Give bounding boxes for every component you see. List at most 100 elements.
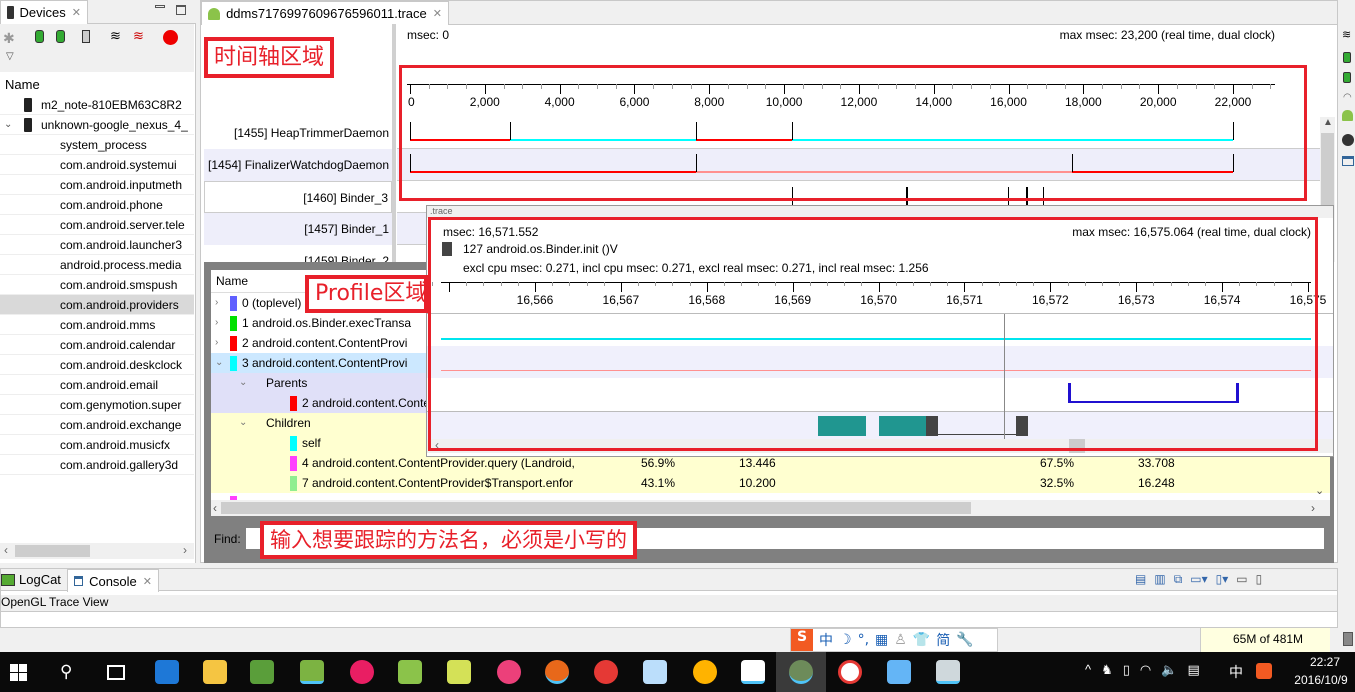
display-console-icon[interactable]: ▭▾ xyxy=(1190,572,1207,587)
expand-chevron-icon[interactable]: ⌄ xyxy=(215,353,223,373)
profile-row[interactable]: 7 android.content.ContentProvider$Transp… xyxy=(211,473,1330,493)
input-language[interactable]: 中 xyxy=(1229,662,1243,682)
devices-hscrollbar[interactable]: ‹ › xyxy=(0,543,194,559)
scroll-thumb[interactable] xyxy=(221,502,971,514)
avatar-app-icon[interactable] xyxy=(936,660,960,684)
sogou-icon[interactable]: S xyxy=(791,629,813,651)
expand-chevron-icon[interactable]: ⌄ xyxy=(239,373,247,393)
ime-toolbar[interactable]: S 中 ☽ °, ▦ ♙ 👕 简 🔧 xyxy=(790,628,998,652)
task-view-icon[interactable] xyxy=(107,665,125,680)
color-swatch xyxy=(230,336,237,351)
emulator-icon[interactable] xyxy=(1342,134,1354,146)
sticky-notes-icon[interactable] xyxy=(447,660,471,684)
pin-console-icon[interactable]: ⧉ xyxy=(1174,572,1183,587)
heap-icon[interactable] xyxy=(1343,52,1351,63)
incl-cpu-time: 10.200 xyxy=(739,476,776,490)
paint-icon[interactable] xyxy=(693,660,717,684)
tab-console-label: Console xyxy=(89,573,137,589)
clock-date[interactable]: 2016/10/9 xyxy=(1290,673,1352,687)
scroll-thumb[interactable] xyxy=(15,545,90,557)
skin-icon[interactable]: 👕 xyxy=(913,632,930,648)
process-row[interactable]: com.android.gallery3d xyxy=(0,455,194,475)
threads-icon[interactable]: ≋ xyxy=(1342,28,1351,41)
color-swatch xyxy=(230,356,237,371)
console-title: OpenGL Trace View xyxy=(1,595,1337,612)
profile-vscroll-down[interactable]: ⌄ xyxy=(1315,484,1324,497)
moon-icon[interactable]: ☽ xyxy=(839,632,852,648)
thread-label[interactable]: [1455] HeapTrimmerDaemon xyxy=(204,117,392,149)
app-icon[interactable] xyxy=(350,660,374,684)
tab-logcat[interactable]: LogCat xyxy=(1,572,61,587)
heap-icon[interactable] xyxy=(1343,72,1351,83)
process-row[interactable]: com.android.providers xyxy=(0,295,194,315)
minimize-icon[interactable]: ▭ xyxy=(1236,572,1247,587)
process-row[interactable]: com.android.calendar xyxy=(0,335,194,355)
file-explorer-icon[interactable] xyxy=(203,660,227,684)
firefox-icon[interactable] xyxy=(545,660,569,684)
chevron-up-icon[interactable]: ^ xyxy=(1085,662,1091,678)
process-name: com.android.gallery3d xyxy=(60,458,179,472)
close-icon[interactable]: ✕ xyxy=(143,575,152,588)
color-swatch xyxy=(290,396,297,411)
android-studio-icon[interactable] xyxy=(300,660,324,684)
clear-console-icon[interactable]: ▤ xyxy=(1135,572,1146,587)
scroll-lock-icon[interactable]: ▥ xyxy=(1154,572,1165,587)
volume-icon[interactable]: 🔈 xyxy=(1161,662,1177,678)
process-name: com.android.smspush xyxy=(60,278,178,292)
expand-chevron-icon[interactable]: › xyxy=(215,333,218,353)
open-console-icon[interactable]: ▯▾ xyxy=(1216,572,1229,587)
ime-mode[interactable]: 中 xyxy=(819,630,833,650)
app-icon[interactable] xyxy=(838,660,862,684)
maximize-icon[interactable]: ▯ xyxy=(1256,572,1263,587)
search-icon[interactable]: ⚲ xyxy=(60,662,72,682)
thread-label[interactable]: [1454] FinalizerWatchdogDaemon xyxy=(204,149,392,181)
document-viewer-icon[interactable] xyxy=(643,660,667,684)
color-swatch xyxy=(290,436,297,451)
expand-chevron-icon[interactable]: ⌄ xyxy=(239,413,247,433)
tab-console[interactable]: Console ✕ xyxy=(67,569,159,592)
network-icon[interactable]: ◠ xyxy=(1343,92,1352,103)
process-row[interactable]: com.android.deskclock xyxy=(0,355,194,375)
process-row[interactable]: com.android.exchange xyxy=(0,415,194,435)
process-row[interactable]: com.android.smspush xyxy=(0,275,194,295)
app-icon[interactable] xyxy=(741,660,765,684)
battery-icon[interactable]: ▯ xyxy=(1123,662,1130,678)
keyboard-icon[interactable]: ▦ xyxy=(875,632,888,648)
thread-label-text: [1460] Binder_3 xyxy=(303,191,388,205)
process-name: com.android.calendar xyxy=(60,338,176,352)
process-row[interactable]: com.android.musicfx xyxy=(0,435,194,455)
window-icon[interactable] xyxy=(1342,156,1354,166)
thread-label[interactable]: [1460] Binder_3 xyxy=(204,181,392,213)
scroll-thumb[interactable] xyxy=(1321,133,1334,213)
expand-chevron-icon[interactable]: › xyxy=(215,293,218,313)
memory-usage: 65M of 481M xyxy=(1233,632,1304,646)
user-icon[interactable]: ♙ xyxy=(894,632,907,648)
process-row[interactable]: com.android.mms xyxy=(0,315,194,335)
start-icon[interactable] xyxy=(10,664,27,681)
thread-label[interactable]: [1457] Binder_1 xyxy=(204,213,392,245)
ddms-monitor-icon[interactable] xyxy=(789,660,813,684)
ime-simplified[interactable]: 简 xyxy=(936,630,950,650)
punctuation-icon[interactable]: °, xyxy=(858,632,869,648)
android-icon[interactable] xyxy=(1342,110,1353,121)
profile-hscrollbar[interactable]: ‹ › xyxy=(211,500,1330,516)
notepad-icon[interactable] xyxy=(398,660,422,684)
expand-chevron-icon[interactable]: › xyxy=(215,313,218,333)
clock-time[interactable]: 22:27 xyxy=(1302,655,1348,669)
process-row[interactable]: com.genymotion.super xyxy=(0,395,194,415)
netease-music-icon[interactable] xyxy=(594,660,618,684)
sogou-tray-icon[interactable] xyxy=(1256,663,1272,679)
wifi-icon[interactable]: ◠ xyxy=(1140,662,1151,678)
evernote-icon[interactable] xyxy=(250,660,274,684)
gc-trash-icon[interactable] xyxy=(1343,632,1353,646)
method-name: self xyxy=(302,436,321,450)
action-center-icon[interactable]: ▤ xyxy=(1187,662,1199,678)
paint-brush-icon[interactable] xyxy=(887,660,911,684)
wrench-icon[interactable]: 🔧 xyxy=(956,632,973,648)
process-row[interactable]: com.android.email xyxy=(0,375,194,395)
profile-column-header-name[interactable]: Name xyxy=(216,274,248,288)
tray-icons[interactable]: ^ ♞ ▯ ◠ 🔈 ▤ xyxy=(1085,662,1200,678)
edge-icon[interactable] xyxy=(155,660,179,684)
qq-icon[interactable]: ♞ xyxy=(1101,662,1113,678)
camera-app-icon[interactable] xyxy=(497,660,521,684)
